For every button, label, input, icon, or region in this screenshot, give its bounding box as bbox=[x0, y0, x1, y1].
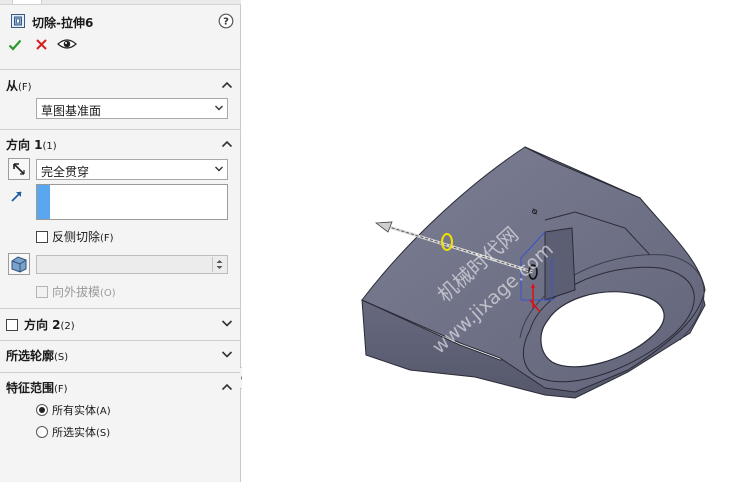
radio-button[interactable] bbox=[36, 404, 48, 416]
chevron-down-icon bbox=[215, 105, 223, 111]
from-section-title[interactable]: 从(F) bbox=[6, 77, 32, 94]
draft-outward-checkbox-box bbox=[36, 286, 48, 298]
divider bbox=[0, 340, 241, 341]
end-condition-select[interactable]: 完全贯穿 bbox=[36, 159, 228, 180]
spinner-buttons[interactable] bbox=[212, 257, 226, 272]
chevron-up-icon[interactable] bbox=[221, 139, 233, 149]
direction2-title[interactable]: 方向 2(2) bbox=[6, 316, 75, 333]
from-select[interactable]: 草图基准面 bbox=[36, 98, 228, 119]
chevron-up-icon[interactable] bbox=[221, 80, 233, 90]
spinner-arrows-icon bbox=[216, 260, 223, 269]
help-label: ? bbox=[223, 17, 229, 28]
reverse-direction-icon bbox=[13, 163, 25, 175]
direction2-checkbox[interactable] bbox=[6, 319, 18, 331]
direction-selection-box[interactable] bbox=[36, 184, 228, 220]
from-select-value: 草图基准面 bbox=[41, 104, 102, 118]
preview-button[interactable] bbox=[57, 37, 77, 54]
divider bbox=[0, 308, 241, 309]
panel-tab[interactable] bbox=[12, 0, 42, 5]
direction-vector-icon bbox=[10, 189, 24, 206]
feature-scope-title[interactable]: 特征范围(F) bbox=[6, 379, 68, 396]
extruded-cut-icon bbox=[10, 13, 26, 32]
selected-contours-title[interactable]: 所选轮廓(S) bbox=[6, 347, 68, 364]
check-icon bbox=[8, 39, 22, 51]
draft-outward-checkbox: 向外拔模(O) bbox=[36, 283, 116, 300]
chevron-down-icon[interactable] bbox=[221, 318, 233, 328]
scope-option-selected-bodies[interactable]: 所选实体(S) bbox=[36, 424, 110, 440]
close-icon bbox=[36, 39, 47, 50]
action-buttons bbox=[6, 38, 106, 58]
divider bbox=[0, 69, 241, 70]
feature-header: 切除-拉伸6 ? bbox=[6, 12, 234, 32]
divider bbox=[0, 372, 241, 373]
divider bbox=[0, 129, 241, 130]
chevron-up-icon[interactable] bbox=[221, 382, 233, 392]
feature-title: 切除-拉伸6 bbox=[32, 16, 94, 30]
draft-button[interactable] bbox=[8, 253, 30, 275]
draft-angle-spinner[interactable] bbox=[36, 255, 228, 274]
reverse-direction-button[interactable] bbox=[8, 158, 30, 180]
chevron-down-icon bbox=[215, 166, 223, 172]
draft-icon bbox=[11, 256, 27, 273]
radio-button[interactable] bbox=[36, 426, 48, 438]
eye-icon bbox=[57, 39, 77, 49]
scope-option-all-bodies[interactable]: 所有实体(A) bbox=[36, 402, 111, 418]
ok-button[interactable] bbox=[8, 38, 22, 55]
property-manager-panel: 切除-拉伸6 ? 从(F) 草图基准面 方向 1(1) 完全贯穿 反侧切除(F)… bbox=[0, 0, 241, 482]
direction1-title[interactable]: 方向 1(1) bbox=[6, 136, 57, 153]
flip-side-checkbox[interactable]: 反侧切除(F) bbox=[36, 228, 114, 245]
graphics-viewport[interactable]: ø 机械时代网 www.jixage.com bbox=[242, 0, 734, 482]
cancel-button[interactable] bbox=[35, 38, 48, 54]
help-icon[interactable]: ? bbox=[218, 13, 234, 32]
flip-side-checkbox-box[interactable] bbox=[36, 231, 48, 243]
active-selection-indicator bbox=[37, 185, 50, 219]
chevron-down-icon[interactable] bbox=[221, 349, 233, 359]
panel-tab-strip bbox=[0, 0, 241, 5]
end-condition-value: 完全贯穿 bbox=[41, 165, 90, 179]
